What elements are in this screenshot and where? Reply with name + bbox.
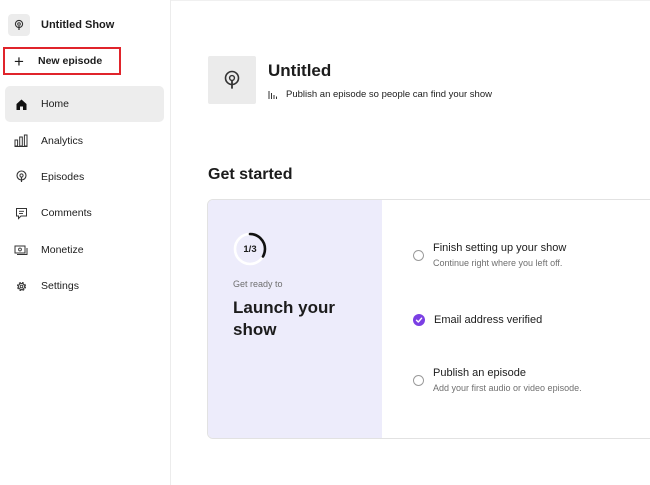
task-text: Email address verified — [434, 313, 542, 327]
get-started-heading: Get started — [208, 166, 293, 183]
sidebar-item-home[interactable]: Home — [5, 86, 164, 123]
gear-icon — [13, 278, 29, 294]
kicker-text: Get ready to — [233, 279, 283, 289]
task-title: Publish an episode — [433, 367, 526, 379]
progress-label: 1/3 — [243, 243, 257, 255]
task-text: Finish setting up your show Continue rig… — [433, 241, 566, 269]
sidebar: Untitled Show + New episode Home Analyti… — [0, 0, 171, 485]
show-switcher[interactable]: Untitled Show — [8, 14, 114, 36]
task-desc: Add your first audio or video episode. — [433, 383, 582, 393]
task-publish-episode[interactable]: Publish an episode Add your first audio … — [413, 366, 582, 394]
task-email-verified[interactable]: Email address verified — [413, 313, 542, 327]
sidebar-item-analytics[interactable]: Analytics — [5, 122, 164, 158]
new-episode-label: New episode — [38, 55, 103, 67]
launch-panel: 1/3 Get ready to Launch your show — [208, 200, 382, 438]
analytics-icon — [13, 133, 29, 149]
page-subtitle: Publish an episode so people can find yo… — [268, 89, 492, 100]
show-avatar — [8, 14, 30, 36]
money-icon — [13, 242, 29, 258]
page-title: Untitled — [268, 61, 332, 80]
task-text: Publish an episode Add your first audio … — [433, 366, 582, 394]
main-content: Untitled Publish an episode so people ca… — [171, 0, 650, 485]
sidebar-item-monetize[interactable]: Monetize — [5, 232, 164, 268]
task-title: Email address verified — [434, 314, 543, 326]
podcast-icon — [14, 19, 24, 30]
audio-bars-icon — [268, 90, 277, 99]
show-cover[interactable] — [208, 56, 256, 104]
task-title: Finish setting up your show — [433, 242, 567, 254]
sidebar-item-episodes[interactable]: Episodes — [5, 159, 164, 195]
sidebar-item-label: Analytics — [41, 134, 84, 147]
sidebar-nav: Home Analytics Episodes Comments Monetiz… — [5, 86, 164, 304]
divider — [171, 0, 650, 1]
plus-icon: + — [14, 51, 24, 71]
launch-headline: Launch your show — [233, 298, 336, 339]
check-icon — [413, 314, 425, 326]
sidebar-item-settings[interactable]: Settings — [5, 268, 164, 304]
new-episode-button[interactable]: + New episode — [3, 47, 121, 75]
get-started-card: 1/3 Get ready to Launch your show Finish… — [207, 199, 650, 439]
podcast-icon — [13, 169, 29, 185]
comment-icon — [13, 205, 29, 221]
task-desc: Continue right where you left off. — [433, 258, 563, 268]
subtitle-text: Publish an episode so people can find yo… — [286, 89, 492, 100]
sidebar-item-label: Monetize — [41, 243, 84, 256]
sidebar-item-comments[interactable]: Comments — [5, 195, 164, 231]
radio-unchecked[interactable] — [413, 250, 424, 261]
home-icon — [13, 96, 29, 112]
sidebar-item-label: Comments — [41, 207, 92, 220]
sidebar-item-label: Home — [41, 98, 70, 111]
task-finish-setup[interactable]: Finish setting up your show Continue rig… — [413, 241, 566, 269]
radio-unchecked[interactable] — [413, 375, 424, 386]
podcast-icon — [224, 70, 240, 89]
show-name: Untitled Show — [41, 19, 115, 31]
sidebar-item-label: Episodes — [41, 170, 85, 183]
sidebar-item-label: Settings — [41, 280, 79, 293]
